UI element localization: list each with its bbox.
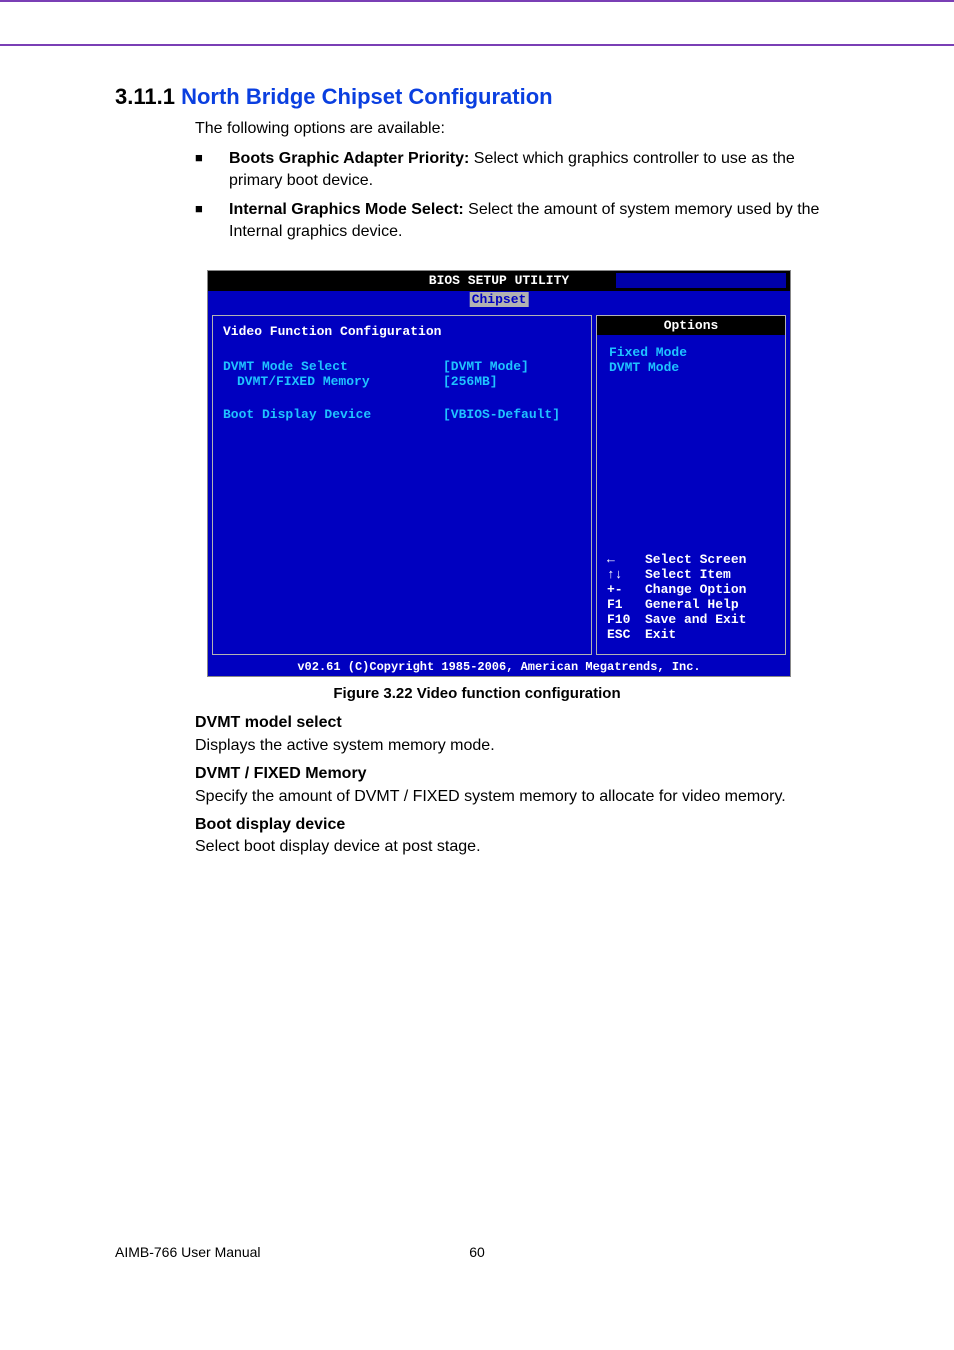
help-row: ↑↓Select Item xyxy=(607,567,775,582)
titlebar-accent xyxy=(616,273,786,288)
bios-left-pane: Video Function Configuration DVMT Mode S… xyxy=(212,315,592,655)
bios-setting-value: [DVMT Mode] xyxy=(443,359,529,374)
bios-screenshot: BIOS SETUP UTILITY Chipset Video Functio… xyxy=(207,270,791,677)
page-number: 60 xyxy=(469,1244,485,1260)
spacer xyxy=(223,389,581,407)
help-row: F10Save and Exit xyxy=(607,612,775,627)
definition-term: Boot display device xyxy=(195,814,839,836)
help-action: General Help xyxy=(645,597,739,612)
option-bold: Boots Graphic Adapter Priority: xyxy=(229,150,469,167)
help-key: F10 xyxy=(607,612,645,627)
help-key: ESC xyxy=(607,627,645,642)
help-key: F1 xyxy=(607,597,645,612)
section-number: 3.11.1 xyxy=(115,84,175,109)
bios-body: Video Function Configuration DVMT Mode S… xyxy=(208,311,790,659)
bios-footer: v02.61 (C)Copyright 1985-2006, American … xyxy=(208,659,790,676)
bios-setting-label: Boot Display Device xyxy=(223,407,443,422)
intro-text: The following options are available: xyxy=(195,120,839,138)
square-bullet-icon: ■ xyxy=(195,199,229,242)
definition-desc: Displays the active system memory mode. xyxy=(195,735,839,757)
help-action: Exit xyxy=(645,627,676,642)
options-list: ■ Boots Graphic Adapter Priority: Select… xyxy=(195,148,839,242)
bios-setting-value: [256MB] xyxy=(443,374,498,389)
page-footer: AIMB-766 User Manual 60 xyxy=(115,1244,839,1260)
bios-window: BIOS SETUP UTILITY Chipset Video Functio… xyxy=(207,270,791,677)
bios-setting-value: [VBIOS-Default] xyxy=(443,407,560,422)
option-bold: Internal Graphics Mode Select: xyxy=(229,201,464,218)
bios-option-item[interactable]: Fixed Mode xyxy=(609,345,773,360)
help-row: ←Select Screen xyxy=(607,552,775,567)
bios-setting-row[interactable]: DVMT/FIXED Memory [256MB] xyxy=(223,374,581,389)
bios-options-header: Options xyxy=(597,316,785,335)
bios-titlebar: BIOS SETUP UTILITY xyxy=(208,271,790,291)
help-row: F1General Help xyxy=(607,597,775,612)
help-key: ← xyxy=(607,552,645,567)
definitions: DVMT model select Displays the active sy… xyxy=(195,712,839,858)
list-item: ■ Internal Graphics Mode Select: Select … xyxy=(195,199,839,242)
list-item: ■ Boots Graphic Adapter Priority: Select… xyxy=(195,148,839,191)
bios-help-keys: ←Select Screen ↑↓Select Item +-Change Op… xyxy=(597,544,785,654)
help-key: +- xyxy=(607,582,645,597)
help-row: +-Change Option xyxy=(607,582,775,597)
top-rule xyxy=(0,44,954,46)
bios-setting-label: DVMT Mode Select xyxy=(223,359,443,374)
definition-term: DVMT model select xyxy=(195,712,839,734)
bios-right-pane: Options Fixed Mode DVMT Mode ←Select Scr… xyxy=(596,315,786,655)
help-action: Select Item xyxy=(645,567,731,582)
definition-desc: Specify the amount of DVMT / FIXED syste… xyxy=(195,786,839,808)
bios-tabbar: Chipset xyxy=(208,291,790,311)
bios-tab-active[interactable]: Chipset xyxy=(470,292,529,307)
option-text: Boots Graphic Adapter Priority: Select w… xyxy=(229,148,839,191)
bios-left-heading: Video Function Configuration xyxy=(223,324,581,339)
help-action: Change Option xyxy=(645,582,746,597)
content-area: 3.11.1 North Bridge Chipset Configuratio… xyxy=(115,84,839,861)
option-text: Internal Graphics Mode Select: Select th… xyxy=(229,199,839,242)
bios-option-item[interactable]: DVMT Mode xyxy=(609,360,773,375)
section-heading: 3.11.1 North Bridge Chipset Configuratio… xyxy=(115,84,839,110)
bios-options-body: Fixed Mode DVMT Mode xyxy=(597,335,785,544)
manual-name: AIMB-766 User Manual xyxy=(115,1244,261,1260)
help-key: ↑↓ xyxy=(607,567,645,582)
bios-setting-row[interactable]: Boot Display Device [VBIOS-Default] xyxy=(223,407,581,422)
help-action: Select Screen xyxy=(645,552,746,567)
page: 3.11.1 North Bridge Chipset Configuratio… xyxy=(0,0,954,1350)
help-row: ESCExit xyxy=(607,627,775,642)
definition-term: DVMT / FIXED Memory xyxy=(195,763,839,785)
help-action: Save and Exit xyxy=(645,612,746,627)
bios-setting-label: DVMT/FIXED Memory xyxy=(223,374,443,389)
square-bullet-icon: ■ xyxy=(195,148,229,191)
bios-setting-row[interactable]: DVMT Mode Select [DVMT Mode] xyxy=(223,359,581,374)
section-title: North Bridge Chipset Configuration xyxy=(181,84,553,109)
figure-caption: Figure 3.22 Video function configuration xyxy=(115,685,839,702)
definition-desc: Select boot display device at post stage… xyxy=(195,836,839,858)
